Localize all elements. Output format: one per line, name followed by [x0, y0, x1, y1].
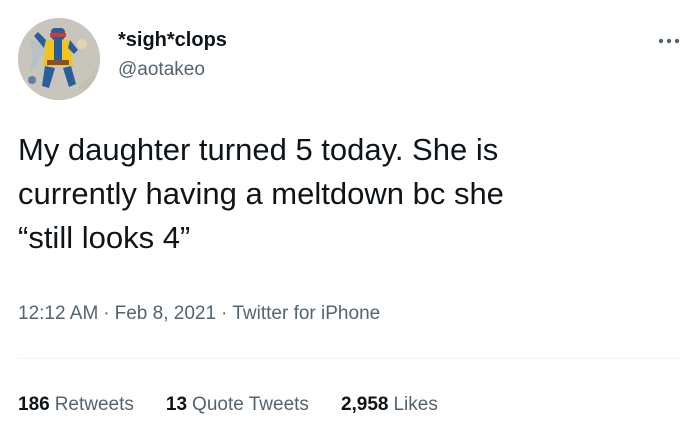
tweet-source[interactable]: Twitter for iPhone [232, 303, 380, 324]
tweet-date[interactable]: Feb 8, 2021 [115, 303, 216, 324]
likes-label: Likes [393, 394, 438, 415]
likes-stat[interactable]: 2,958 Likes [341, 393, 438, 417]
likes-count: 2,958 [340, 394, 389, 415]
divider [18, 358, 682, 359]
retweets-count: 186 [18, 394, 50, 415]
more-options-icon [658, 38, 680, 44]
quote-tweets-label: Quote Tweets [192, 394, 309, 415]
meta-separator: · [103, 303, 110, 324]
tweet-text: My daughter turned 5 today. She is curre… [18, 132, 504, 255]
tweet-card: *sigh*clops @aotakeo My daughter turned … [0, 0, 700, 440]
quote-tweets-stat[interactable]: 13 Quote Tweets [166, 393, 309, 417]
cyclops-avatar-icon [18, 18, 100, 100]
retweets-stat[interactable]: 186 Retweets [18, 393, 134, 417]
author-avatar[interactable] [18, 18, 100, 100]
author-info: *sigh*clops @aotakeo [118, 28, 227, 82]
tweet-metadata: 12:12 AM · Feb 8, 2021 · Twitter for iPhone [18, 302, 380, 326]
tweet-stats: 186 Retweets 13 Quote Tweets 2,958 Likes [18, 393, 470, 417]
more-options-button[interactable] [654, 32, 684, 50]
meta-separator: · [221, 303, 228, 324]
retweets-label: Retweets [54, 394, 134, 415]
quote-tweets-count: 13 [165, 394, 188, 415]
tweet-time[interactable]: 12:12 AM [18, 303, 98, 324]
author-handle[interactable]: @aotakeo [118, 58, 227, 82]
author-display-name[interactable]: *sigh*clops [118, 28, 227, 52]
